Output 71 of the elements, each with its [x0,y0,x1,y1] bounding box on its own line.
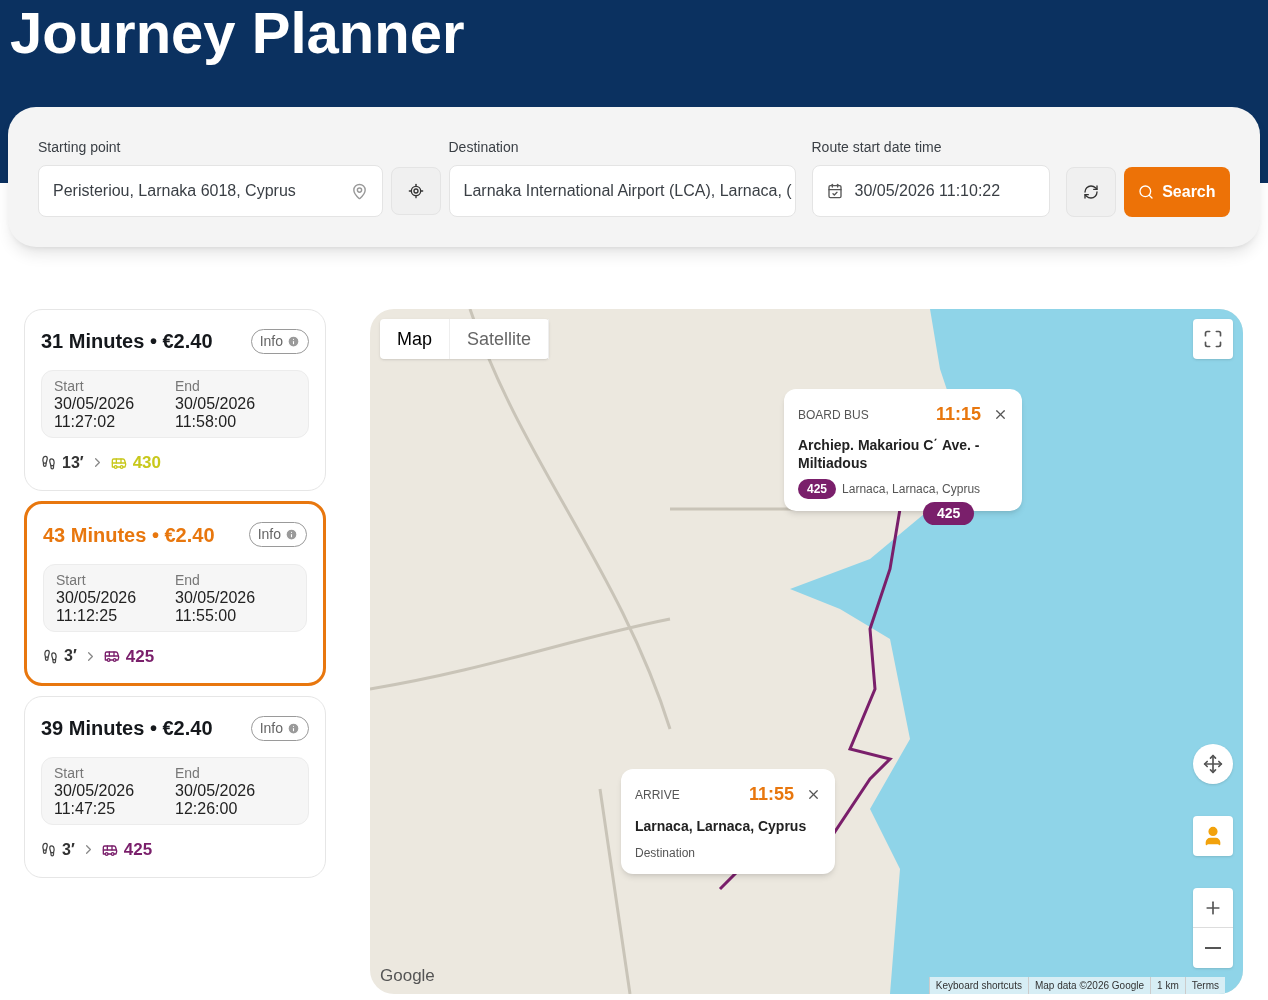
pan-icon [1203,754,1223,774]
fullscreen-button[interactable] [1193,319,1233,359]
info-icon [287,334,300,348]
refresh-icon [1082,184,1099,200]
walk-duration: 3′ [62,839,75,860]
start-label: Start [54,377,85,395]
route-badge: 425 [798,479,837,499]
map-footer-link[interactable]: Terms [1184,977,1225,994]
start-time: 11:12:25 [56,606,119,625]
input-field[interactable]: 30/05/2026 11:10:22 [811,165,1050,217]
walk-duration: 3′ [64,646,77,667]
start-label: Start [56,570,87,589]
route-number: 425 [125,645,155,668]
fullscreen-icon [1203,329,1223,349]
field-label: Starting point [38,138,122,157]
search-icon [1138,184,1155,200]
walking-icon [43,648,58,664]
journey-card[interactable]: 39 Minutes • €2.40 Info Start 30/05/2026 11:47:25 End 30/05/2026 12:26:00 3′ 425 [24,696,326,878]
end-label: End [175,764,201,782]
start-time: 11:27:02 [54,413,117,431]
end-date: 30/05/2026 [175,395,257,413]
map-logo: Google [380,964,435,987]
start-time: 11:47:25 [54,800,117,818]
start-label: Start [54,764,85,782]
end-date: 30/05/2026 [175,588,257,607]
popup-time: 11:15 [935,403,981,426]
map-type-tab[interactable]: Map [380,319,450,359]
end-time: 11:58:00 [175,413,238,431]
journey-card[interactable]: 31 Minutes • €2.40 Info Start 30/05/2026 11:27:02 End 30/05/2026 11:58:00 13′ 430 [24,309,326,491]
walk-duration: 13′ [62,452,84,473]
location-pin-icon [350,182,368,200]
route-badge: 425 [923,502,975,525]
field-label: Destination [448,138,520,157]
refresh-button[interactable] [1066,167,1116,217]
route-number: 425 [123,839,153,861]
map-type-tab[interactable]: Satellite [450,319,550,359]
stop-place: Larnaca, Larnaca, Cyprus [842,481,981,498]
field-label: Route start date time [811,138,943,157]
walking-icon [41,842,56,858]
close-icon[interactable] [806,787,821,802]
journey-title: 31 Minutes • €2.40 [41,329,213,354]
info-icon [287,721,300,735]
journey-title: 39 Minutes • €2.40 [41,716,213,741]
popup-kind: ARRIVE [635,786,680,804]
stop-name: Archiep. Makariou C΄ Ave. - Miltiadous [798,436,981,472]
end-time: 12:26:00 [175,800,239,818]
input-field[interactable]: Larnaka International Airport (LCA), Larnaca, ( [448,165,796,217]
page-title: Journey Planner [10,0,466,67]
end-date: 30/05/2026 [175,782,257,800]
journey-card[interactable]: 43 Minutes • €2.40 Info Start 30/05/2026 11:12:25 End 30/05/2026 11:55:00 3′ 425 [24,500,326,686]
start-date: 30/05/2026 [54,782,136,800]
end-label: End [175,377,201,395]
popup-time: 11:55 [748,783,794,806]
info-icon [285,528,298,541]
end-label: End [175,570,201,589]
locate-button[interactable] [390,167,441,215]
minus-icon [1205,947,1221,949]
start-date: 30/05/2026 [56,588,138,607]
close-icon[interactable] [993,407,1008,422]
journey-title: 43 Minutes • €2.40 [43,522,215,548]
arrival-place: Larnaca, Larnaca, Cyprus [635,817,808,836]
route-number: 430 [132,452,161,474]
end-time: 11:55:00 [175,606,238,625]
arrival-note: Destination [635,845,697,862]
start-date: 30/05/2026 [54,395,136,413]
calendar-icon [826,183,843,199]
crosshair-icon [407,183,424,199]
walking-icon [41,455,56,471]
input-field[interactable]: Peristeriou, Larnaka 6018, Cyprus [38,165,383,217]
popup-kind: BOARD BUS [798,406,869,424]
bus-icon [103,648,120,665]
